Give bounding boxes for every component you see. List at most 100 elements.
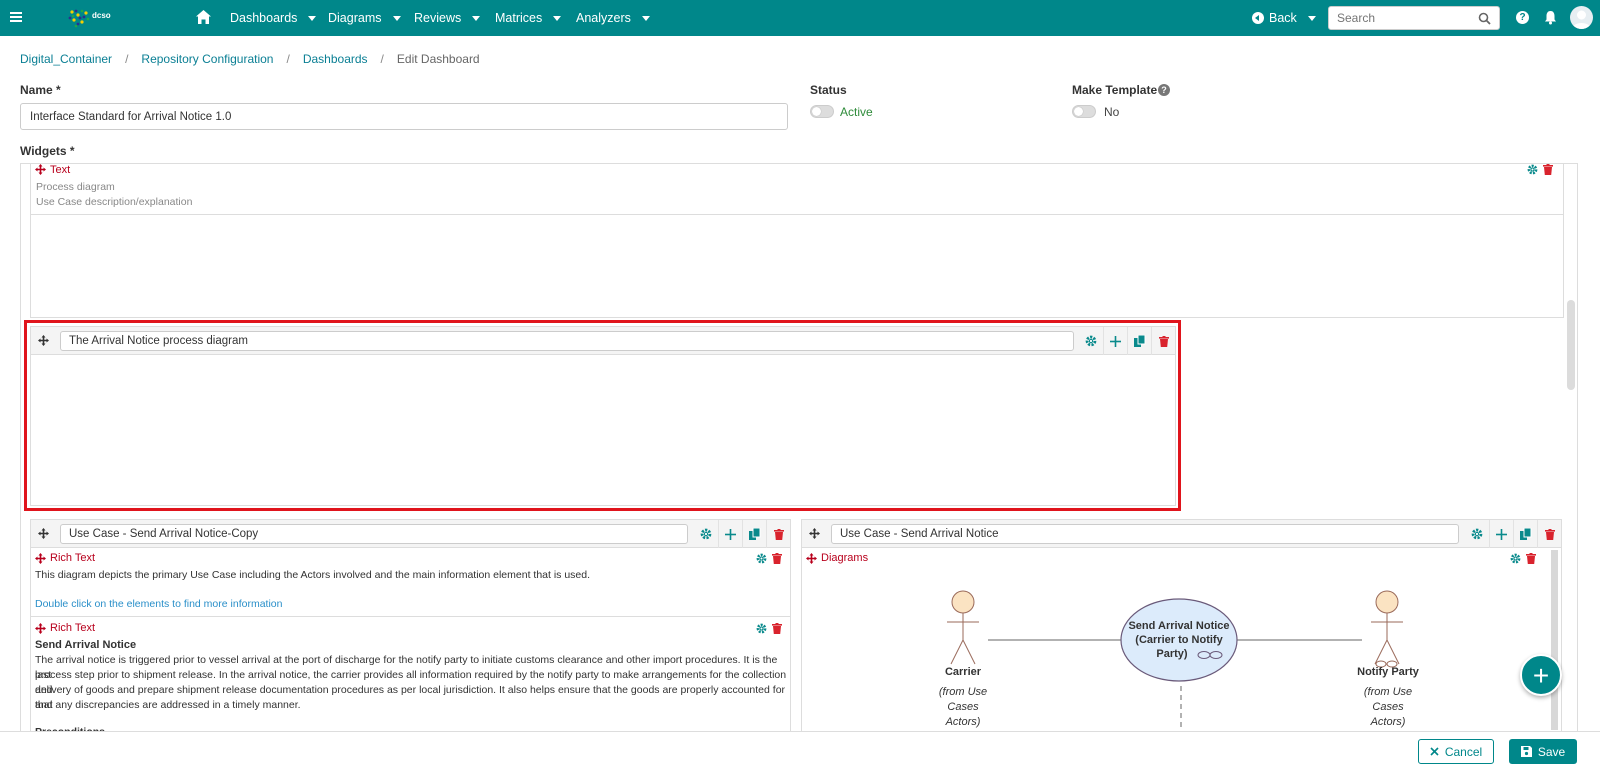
- widgets-label: Widgets *: [20, 144, 75, 158]
- avatar[interactable]: [1570, 6, 1593, 29]
- use-case-diagram[interactable]: Send Arrival Notice (Carrier to Notify P…: [800, 570, 1500, 731]
- gear-icon[interactable]: [756, 623, 767, 634]
- nav-dashboards[interactable]: Dashboards: [230, 11, 317, 25]
- gear-icon[interactable]: [756, 553, 767, 564]
- copy-icon: [1519, 528, 1531, 540]
- add-widget-fab[interactable]: +: [1520, 654, 1562, 696]
- move-icon[interactable]: [35, 623, 46, 634]
- add-widget-button[interactable]: [718, 520, 742, 548]
- copy-button[interactable]: [1513, 520, 1537, 548]
- move-icon[interactable]: [38, 335, 49, 346]
- status-label: Status: [810, 83, 847, 97]
- trash-icon[interactable]: [1543, 164, 1553, 175]
- search-box: [1328, 6, 1500, 30]
- nav-reviews-label: Reviews: [414, 11, 462, 25]
- plus-icon: [1110, 335, 1121, 347]
- bell-icon[interactable]: [1544, 10, 1557, 25]
- move-icon[interactable]: [38, 528, 49, 539]
- copy-icon: [748, 528, 760, 540]
- chevron-down-icon: [553, 15, 562, 21]
- chevron-down-icon: [472, 15, 481, 21]
- cancel-button[interactable]: Cancel: [1418, 739, 1494, 764]
- arrival-notice-process-diagram-panel: [30, 326, 1176, 506]
- rich-text-line: that any discrepancies are addressed in …: [35, 699, 301, 711]
- gear-icon: [700, 528, 712, 540]
- nav-reviews[interactable]: Reviews: [414, 11, 481, 25]
- search-input[interactable]: [1329, 7, 1469, 29]
- cancel-label: Cancel: [1444, 744, 1483, 759]
- hamburger-menu-icon[interactable]: [10, 10, 22, 24]
- diagram-scrollbar[interactable]: [1551, 550, 1558, 730]
- back-arrow-icon: [1252, 12, 1264, 24]
- gear-icon[interactable]: [1510, 553, 1521, 564]
- use-case-label-line2: (Carrier to Notify: [1135, 634, 1223, 646]
- nav-dashboards-label: Dashboards: [230, 11, 298, 25]
- settings-button[interactable]: [694, 520, 718, 548]
- copy-button[interactable]: [742, 520, 766, 548]
- save-icon: [1520, 746, 1532, 757]
- add-widget-button[interactable]: [1103, 327, 1127, 355]
- home-icon[interactable]: [196, 10, 211, 24]
- chevron-down-icon: [392, 15, 401, 21]
- actor-notify-party-label: Notify Party: [1357, 666, 1420, 678]
- diagrams-widget-title: Diagrams: [821, 552, 869, 564]
- help-icon[interactable]: ?: [1158, 84, 1170, 96]
- breadcrumb-digital-container[interactable]: Digital_Container: [20, 52, 112, 66]
- trash-icon[interactable]: [772, 623, 782, 634]
- actor-notify-party-figure: [1371, 590, 1403, 668]
- settings-button[interactable]: [1465, 520, 1489, 548]
- gear-icon[interactable]: [1527, 164, 1538, 175]
- use-case-label-line3: Party): [1156, 648, 1188, 660]
- move-icon[interactable]: [809, 528, 820, 539]
- search-icon[interactable]: [1478, 12, 1491, 25]
- text-widget: Text Process diagram Use Case descriptio…: [30, 163, 1564, 318]
- nav-matrices-label: Matrices: [495, 11, 543, 25]
- rich-text-heading: Send Arrival Notice: [35, 639, 137, 651]
- nav-matrices[interactable]: Matrices: [495, 11, 562, 25]
- make-template-toggle[interactable]: [1072, 105, 1096, 118]
- status-toggle[interactable]: [810, 105, 834, 118]
- panel-header: [31, 520, 790, 548]
- back-button[interactable]: Back: [1252, 11, 1297, 25]
- trash-icon[interactable]: [772, 553, 782, 564]
- rich-text-link[interactable]: Double click on the elements to find mor…: [35, 597, 282, 612]
- breadcrumb-dashboards[interactable]: Dashboards: [303, 52, 368, 66]
- panel-title-input[interactable]: [60, 524, 688, 544]
- help-icon[interactable]: ?: [1516, 11, 1529, 24]
- move-icon[interactable]: [35, 553, 46, 564]
- actor-carrier-note: (from Use: [939, 686, 987, 698]
- text-widget-title: Text: [50, 164, 71, 176]
- gear-icon: [1471, 528, 1483, 540]
- breadcrumb-separator: /: [286, 52, 290, 66]
- save-button[interactable]: Save: [1509, 739, 1577, 764]
- settings-button[interactable]: [1079, 327, 1103, 355]
- back-chevron-down-icon[interactable]: [1308, 16, 1316, 21]
- delete-button[interactable]: [766, 520, 790, 548]
- copy-button[interactable]: [1127, 327, 1151, 355]
- name-field[interactable]: [20, 103, 788, 130]
- breadcrumb-current: Edit Dashboard: [396, 52, 480, 66]
- page-scrollbar[interactable]: [1567, 300, 1575, 390]
- actor-carrier-figure: [947, 590, 979, 665]
- text-widget-header: Text Process diagram Use Case descriptio…: [31, 163, 1563, 215]
- move-icon[interactable]: [35, 164, 46, 175]
- add-widget-button[interactable]: [1489, 520, 1513, 548]
- rich-text-title: Rich Text: [50, 552, 96, 564]
- nav-diagrams[interactable]: Diagrams: [328, 11, 401, 25]
- breadcrumb-separator: /: [125, 52, 129, 66]
- nav-diagrams-label: Diagrams: [328, 11, 382, 25]
- panel-title-input[interactable]: [831, 524, 1459, 544]
- nav-analyzers[interactable]: Analyzers: [576, 11, 650, 25]
- move-icon[interactable]: [806, 553, 817, 564]
- trash-icon[interactable]: [1526, 553, 1536, 564]
- trash-icon: [1544, 528, 1555, 540]
- make-template-label: Make Template: [1072, 83, 1158, 97]
- delete-button[interactable]: [1537, 520, 1561, 548]
- actor-carrier-note: Cases: [947, 701, 979, 713]
- panel-header: [31, 327, 1175, 355]
- use-case-copy-panel: Rich Text This diagram depicts the prima…: [30, 519, 791, 732]
- panel-title-input[interactable]: [60, 331, 1074, 351]
- delete-button[interactable]: [1151, 327, 1175, 355]
- user-avatar-icon: [1572, 10, 1591, 29]
- breadcrumb-repository-configuration[interactable]: Repository Configuration: [141, 52, 273, 66]
